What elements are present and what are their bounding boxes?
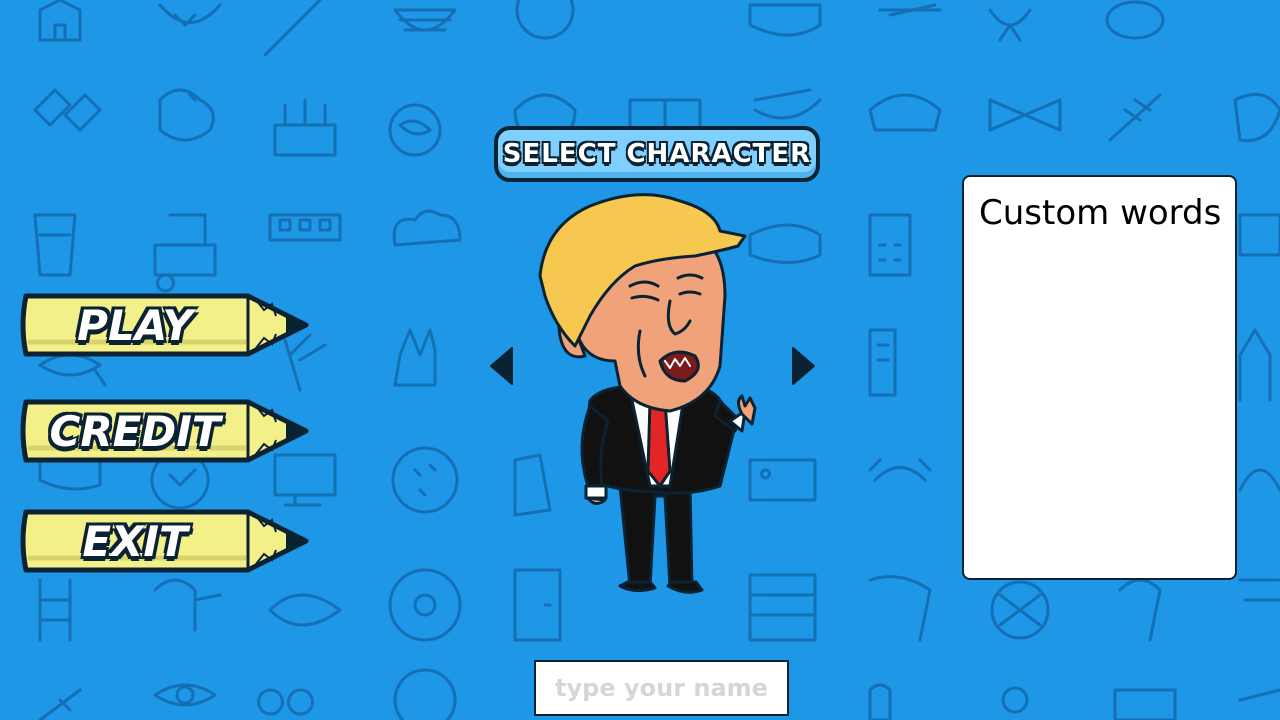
custom-words-panel[interactable]: Custom words [962, 175, 1237, 580]
title-text: SELECT CHARACTER [502, 139, 812, 169]
exit-button[interactable]: EXIT [20, 506, 310, 576]
prev-character-icon[interactable] [488, 345, 516, 387]
play-button[interactable]: PLAY [20, 290, 310, 360]
next-character-icon[interactable] [789, 345, 817, 387]
credit-label: CREDIT [49, 406, 221, 456]
name-input[interactable] [534, 660, 789, 716]
select-character-title: SELECT CHARACTER [494, 126, 820, 182]
character-portrait [538, 193, 757, 594]
credit-button[interactable]: CREDIT [20, 396, 310, 466]
exit-label: EXIT [82, 516, 188, 566]
play-label: PLAY [77, 300, 193, 350]
custom-words-title: Custom words [979, 193, 1222, 233]
